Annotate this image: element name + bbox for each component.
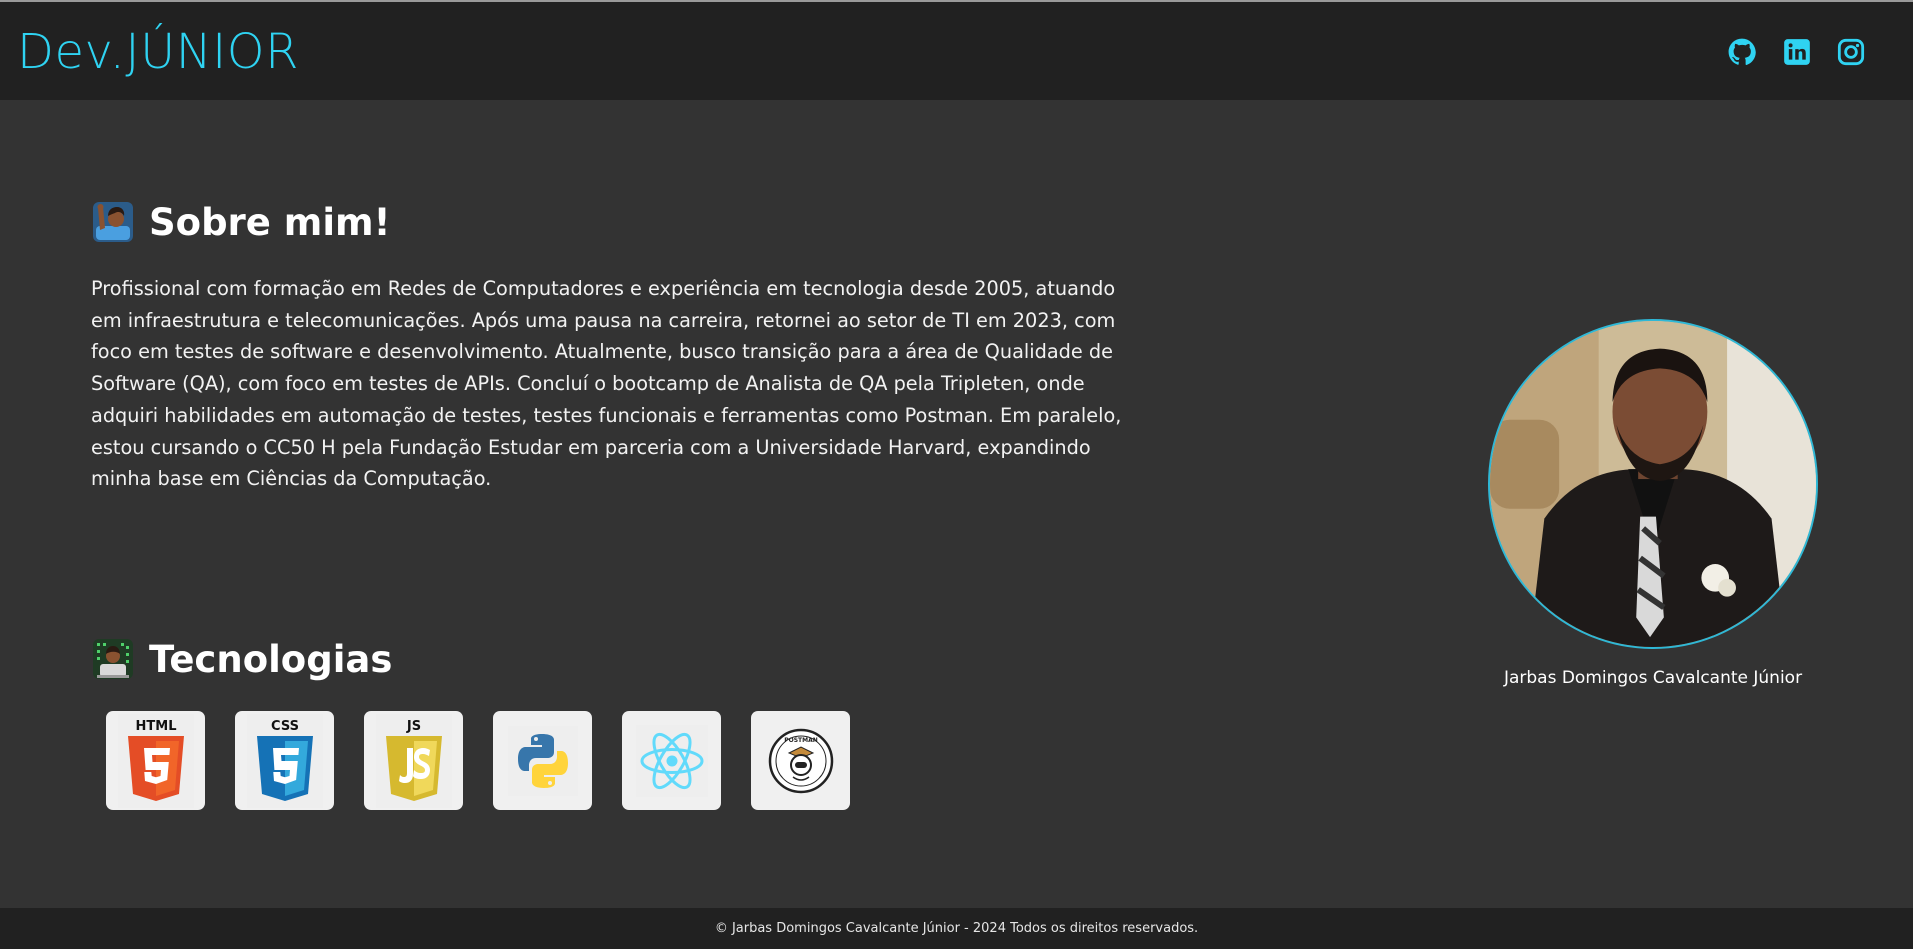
instagram-icon [1837, 38, 1865, 66]
about-text: Profissional com formação em Redes de Co… [91, 277, 1122, 491]
site-header: Dev.JÚNIOR [0, 2, 1913, 100]
technologies-heading: Tecnologias [91, 637, 392, 681]
about-title: Sobre mim! [149, 200, 391, 244]
technologist-icon [93, 639, 133, 679]
css-label: CSS [271, 719, 299, 734]
css3-icon: CSS [246, 713, 323, 808]
tech-card-react[interactable] [622, 711, 721, 810]
postman-icon: POSTMAN [768, 728, 833, 793]
postman-label: POSTMAN [784, 737, 818, 744]
tech-card-javascript[interactable]: JS [364, 711, 463, 810]
brand-logo[interactable]: Dev.JÚNIOR [17, 26, 299, 78]
github-icon [1728, 38, 1756, 65]
site-footer: © Jarbas Domingos Cavalcante Júnior - 20… [0, 908, 1913, 949]
js-label: JS [405, 719, 420, 734]
profile-name: Jarbas Domingos Cavalcante Júnior [1503, 668, 1803, 688]
linkedin-link[interactable] [1783, 38, 1811, 66]
react-icon [635, 724, 708, 797]
python-icon [507, 725, 578, 796]
technologies-title: Tecnologias [149, 637, 393, 681]
html-label: HTML [135, 719, 176, 734]
github-link[interactable] [1728, 38, 1756, 66]
footer-copyright: © Jarbas Domingos Cavalcante Júnior - 20… [714, 921, 1199, 936]
html5-icon: HTML [117, 713, 194, 808]
linkedin-icon [1784, 39, 1810, 65]
profile-photo [1488, 319, 1818, 649]
person-raising-hand-icon [93, 202, 133, 242]
about-heading: Sobre mim! [91, 200, 390, 244]
profile-photo-image [1490, 321, 1816, 647]
tech-card-python[interactable] [493, 711, 592, 810]
tech-card-css[interactable]: CSS [235, 711, 334, 810]
instagram-link[interactable] [1837, 38, 1865, 66]
technologies-list: HTML CSS JS POSTMAN [106, 711, 850, 810]
javascript-icon: JS [375, 713, 452, 808]
tech-card-html[interactable]: HTML [106, 711, 205, 810]
tech-card-postman[interactable]: POSTMAN [751, 711, 850, 810]
